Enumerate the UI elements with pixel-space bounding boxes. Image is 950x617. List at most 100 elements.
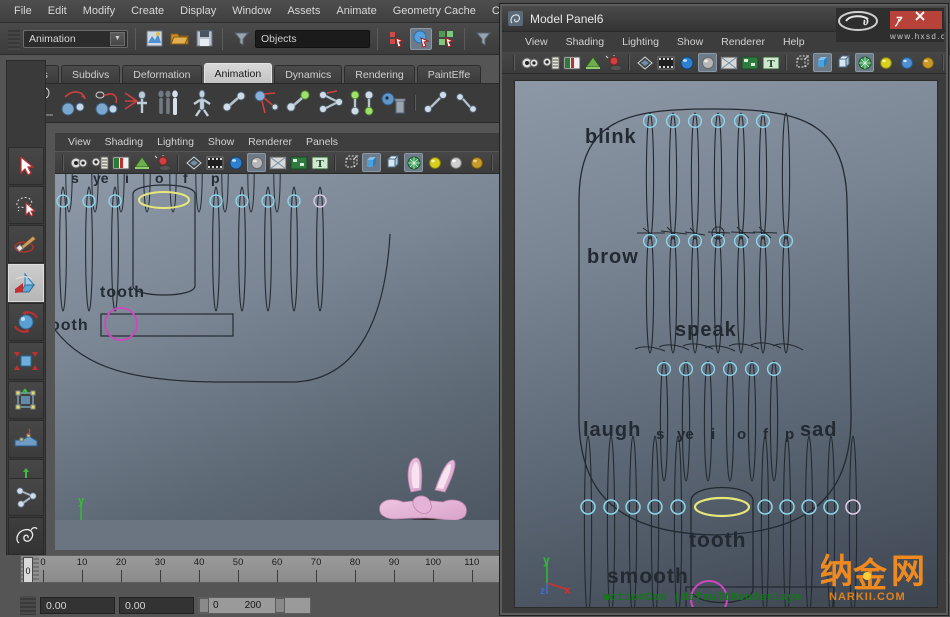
xray-joints-icon[interactable] (289, 153, 308, 172)
menu-file[interactable]: File (6, 2, 40, 20)
menu-display[interactable]: Display (172, 2, 224, 20)
ghost-selected-icon[interactable] (155, 87, 185, 119)
mp-menu-shading[interactable]: Shading (557, 34, 614, 50)
snap-filter-icon[interactable] (472, 28, 494, 50)
mp-menu-renderer[interactable]: Renderer (712, 34, 774, 50)
create-character-set-icon[interactable] (187, 87, 217, 119)
vp-menu-show[interactable]: Show (201, 134, 241, 150)
new-scene-icon[interactable] (143, 28, 165, 50)
connect-joint-icon[interactable] (315, 87, 345, 119)
wireframe-on-shaded-icon[interactable] (855, 53, 874, 72)
shelf-tab-deformation[interactable]: Deformation (122, 65, 202, 84)
smooth-shade-all-icon[interactable] (205, 153, 224, 172)
no-lights-icon[interactable] (876, 53, 895, 72)
use-default-material-icon[interactable] (247, 153, 266, 172)
bounding-box-icon[interactable] (341, 153, 360, 172)
camera-attributes-icon[interactable] (541, 53, 560, 72)
mp-menu-lighting[interactable]: Lighting (613, 34, 668, 50)
snail-logo-icon[interactable] (8, 517, 44, 555)
last-tool-used[interactable] (8, 478, 44, 516)
wireframe-shading-icon[interactable] (184, 153, 203, 172)
soft-modification-tool[interactable] (8, 420, 44, 458)
scale-tool[interactable] (8, 342, 44, 380)
menu-window[interactable]: Window (224, 2, 279, 20)
vp-menu-renderer[interactable]: Renderer (241, 134, 299, 150)
bounding-box-icon[interactable] (792, 53, 811, 72)
mirror-joint-icon[interactable] (347, 87, 377, 119)
vp-menu-view[interactable]: View (61, 134, 98, 150)
range-start-handle[interactable] (199, 598, 209, 613)
current-time-field[interactable]: 0.00 (40, 597, 115, 614)
mp-menu-help[interactable]: Help (774, 34, 814, 50)
xray-joints-icon[interactable] (740, 53, 759, 72)
create-cluster-icon[interactable] (251, 87, 281, 119)
default-light-icon[interactable] (446, 153, 465, 172)
image-plane-icon[interactable] (111, 153, 130, 172)
xray-icon[interactable] (268, 153, 287, 172)
mp-menu-view[interactable]: View (516, 34, 557, 50)
save-scene-icon[interactable] (193, 28, 215, 50)
selection-mask-filter-icon[interactable] (230, 28, 252, 50)
shelf-tab-painteffects[interactable]: PaintEffe (416, 65, 482, 84)
all-lights-icon[interactable] (918, 53, 937, 72)
select-camera-icon[interactable] (69, 153, 88, 172)
mp-menu-show[interactable]: Show (668, 34, 712, 50)
flat-shaded-icon[interactable] (834, 53, 853, 72)
vp-menu-panels[interactable]: Panels (299, 134, 345, 150)
menu-modify[interactable]: Modify (75, 2, 123, 20)
range-slider-grip[interactable] (20, 596, 36, 615)
show-text-icon[interactable]: T (310, 153, 329, 172)
shelf-tab-subdivs[interactable]: Subdivs (60, 65, 121, 84)
xray-icon[interactable] (719, 53, 738, 72)
ik-handle-icon[interactable] (123, 87, 153, 119)
viewport-left-canvas[interactable]: tooth ooth s ye i o f p (55, 174, 500, 550)
model-panel-canvas[interactable]: blink brow speak laugh sad s ye i o f p … (514, 80, 938, 608)
universal-manipulator-tool[interactable] (8, 381, 44, 419)
range-slider[interactable]: 0 200 (198, 597, 311, 614)
lasso-select-tool[interactable] (8, 186, 44, 224)
create-blend-shape-icon[interactable] (421, 87, 451, 119)
chevron-down-icon[interactable]: ▼ (110, 31, 125, 46)
image-plane-icon[interactable] (562, 53, 581, 72)
hardware-texturing-icon[interactable] (677, 53, 696, 72)
bind-skin-icon[interactable] (219, 87, 249, 119)
status-line-grip[interactable] (8, 27, 20, 50)
current-time-indicator[interactable]: 0 (23, 557, 33, 582)
select-by-object-icon[interactable] (410, 27, 432, 50)
model-panel-titlebar[interactable]: Model Panel6 ሀ ｱ www.hxsd.com (502, 6, 946, 42)
create-joint-icon[interactable] (283, 87, 313, 119)
show-text-icon[interactable]: T (761, 53, 780, 72)
menu-edit[interactable]: Edit (40, 2, 75, 20)
anim-end-time-field[interactable]: 0.00 (119, 597, 194, 614)
camera-attributes-icon[interactable] (90, 153, 109, 172)
use-default-material-icon[interactable] (698, 53, 717, 72)
set-driven-key-icon[interactable] (59, 87, 89, 119)
smooth-shaded-icon[interactable] (813, 53, 832, 72)
open-scene-icon[interactable] (168, 28, 190, 50)
two-sided-lighting-icon[interactable] (132, 153, 151, 172)
menuset-selector[interactable]: Animation ▼ (23, 29, 128, 48)
select-by-hierarchy-icon[interactable] (435, 28, 457, 50)
smooth-shade-all-icon[interactable] (656, 53, 675, 72)
all-lights-icon[interactable] (467, 153, 486, 172)
range-end-handle[interactable] (275, 598, 286, 613)
smooth-shaded-icon[interactable] (362, 153, 381, 172)
menu-assets[interactable]: Assets (279, 2, 328, 20)
rotate-tool[interactable] (8, 303, 44, 341)
wireframe-on-shaded-icon[interactable] (404, 153, 423, 172)
vp-menu-shading[interactable]: Shading (98, 134, 151, 150)
default-light-icon[interactable] (897, 53, 916, 72)
extra-shelf-icon[interactable] (453, 87, 483, 119)
model-panel-window[interactable]: Model Panel6 ሀ ｱ www.hxsd.com Vi (500, 4, 948, 615)
paint-select-tool[interactable] (8, 225, 44, 263)
flat-shaded-icon[interactable] (383, 153, 402, 172)
select-camera-icon[interactable] (520, 53, 539, 72)
set-breakdown-key-icon[interactable] (91, 87, 121, 119)
select-by-component-icon[interactable] (385, 28, 407, 50)
menu-animate[interactable]: Animate (328, 2, 384, 20)
select-tool[interactable] (8, 147, 44, 185)
two-sided-lighting-icon[interactable] (583, 53, 602, 72)
menu-geometry-cache[interactable]: Geometry Cache (385, 2, 484, 20)
wireframe-shading-icon[interactable] (635, 53, 654, 72)
no-lights-icon[interactable] (425, 153, 444, 172)
